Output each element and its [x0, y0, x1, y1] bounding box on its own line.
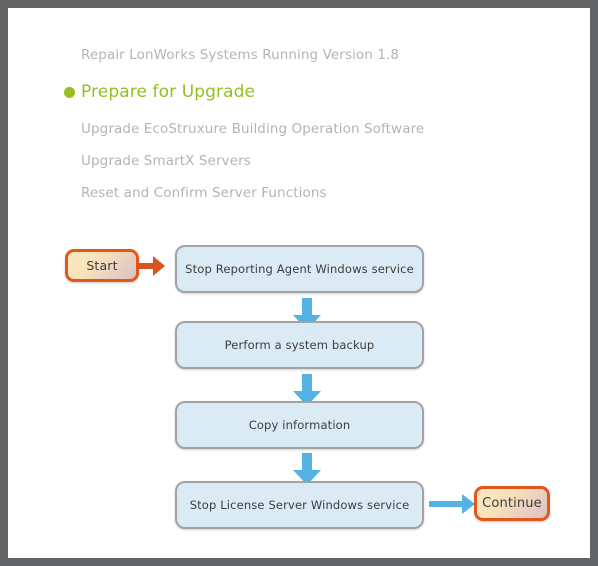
flowchart-step-label: Stop License Server Windows service	[189, 498, 410, 512]
page-frame: Repair LonWorks Systems Running Version …	[0, 0, 598, 566]
flowchart-step-perform-system-backup[interactable]: Perform a system backup	[175, 321, 424, 369]
flowchart-step-copy-information[interactable]: Copy information	[175, 401, 424, 449]
flowchart-step-label: Stop Reporting Agent Windows service	[185, 262, 414, 276]
flowchart-step-label: Copy information	[248, 418, 351, 432]
flowchart-start-terminator[interactable]: Start	[65, 249, 139, 282]
flowchart-step-stop-license-server[interactable]: Stop License Server Windows service	[175, 481, 424, 529]
continue-arrow-icon	[429, 494, 475, 514]
flowchart-continue-terminator[interactable]: Continue	[474, 486, 550, 521]
page-content: Repair LonWorks Systems Running Version …	[8, 8, 590, 558]
flowchart-continue-label: Continue	[482, 496, 542, 511]
start-arrow-icon	[136, 256, 165, 276]
flowchart-start-label: Start	[86, 258, 118, 273]
flowchart-step-stop-reporting-agent[interactable]: Stop Reporting Agent Windows service	[175, 245, 424, 293]
flowchart-step-label: Perform a system backup	[224, 338, 375, 352]
flowchart: Start Stop Reporting Agent Windows servi…	[8, 8, 590, 558]
